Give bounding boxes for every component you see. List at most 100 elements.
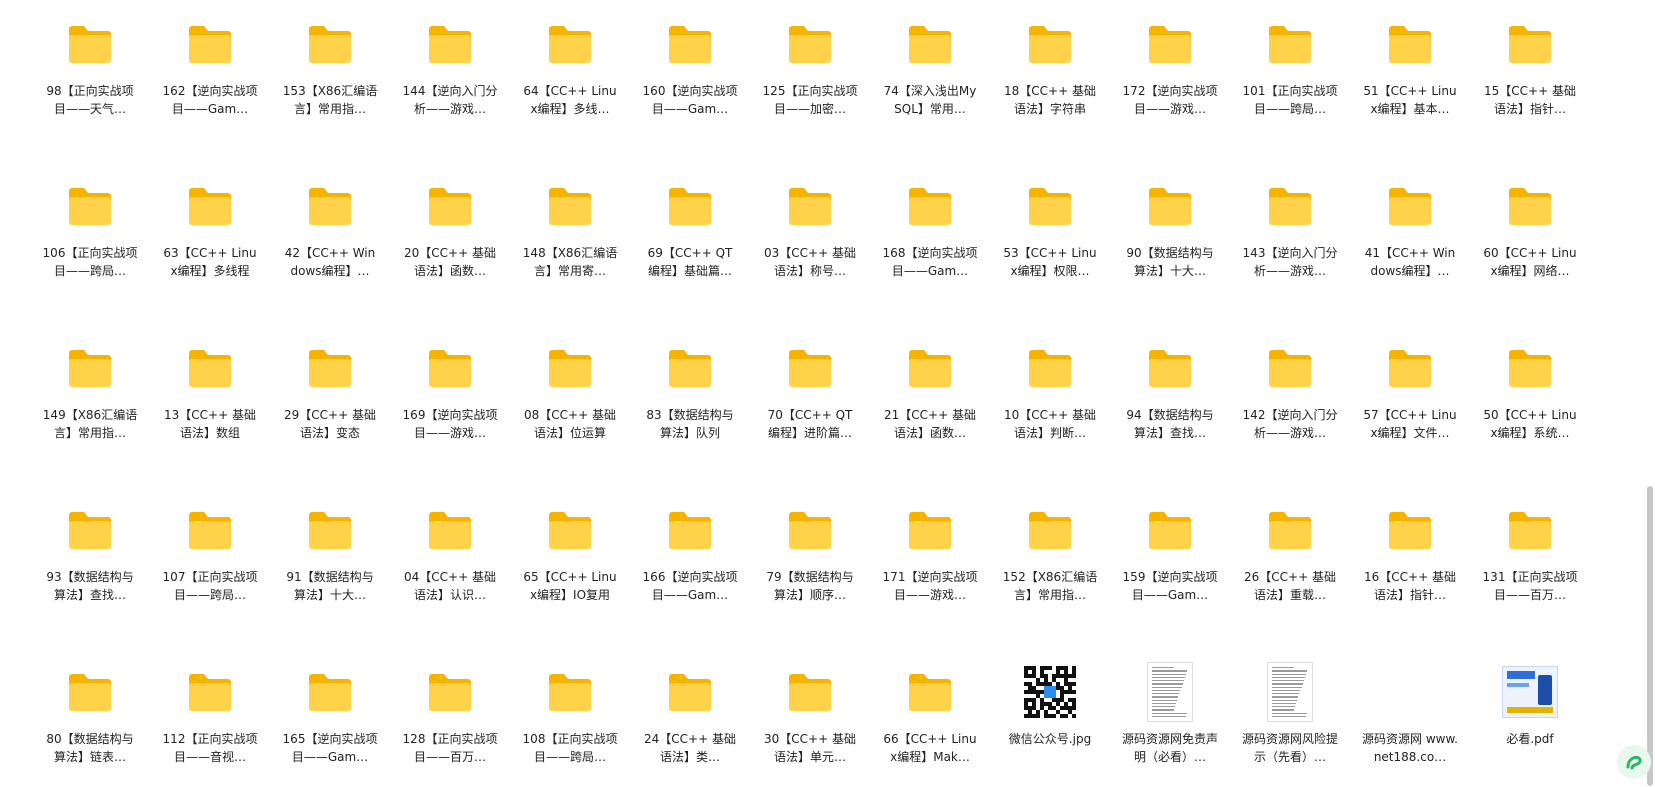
item-thumbnail[interactable] (660, 176, 720, 236)
item-thumbnail[interactable] (1020, 338, 1080, 398)
folder-item[interactable]: 90【数据结构与算法】十大… (1110, 162, 1230, 324)
folder-item[interactable]: 13【CC++ 基础语法】数组 (150, 324, 270, 486)
item-thumbnail[interactable] (1500, 176, 1560, 236)
item-thumbnail[interactable] (300, 176, 360, 236)
folder-item[interactable]: 18【CC++ 基础语法】字符串 (990, 0, 1110, 162)
item-thumbnail[interactable] (900, 338, 960, 398)
item-thumbnail[interactable] (780, 500, 840, 560)
folder-item[interactable]: 79【数据结构与算法】顺序… (750, 486, 870, 648)
folder-item[interactable]: 51【CC++ Linux编程】基本… (1350, 0, 1470, 162)
item-thumbnail[interactable] (300, 338, 360, 398)
item-thumbnail[interactable] (780, 176, 840, 236)
folder-item[interactable]: 74【深入浅出MySQL】常用… (870, 0, 990, 162)
folder-item[interactable]: 108【正向实战项目——跨局… (510, 648, 630, 787)
folder-item[interactable]: 21【CC++ 基础语法】函数… (870, 324, 990, 486)
item-thumbnail[interactable] (420, 338, 480, 398)
folder-item[interactable]: 41【CC++ Windows编程】… (1350, 162, 1470, 324)
folder-item[interactable]: 149【X86汇编语言】常用指… (30, 324, 150, 486)
item-thumbnail[interactable] (540, 14, 600, 74)
item-thumbnail[interactable] (1020, 176, 1080, 236)
folder-item[interactable]: 65【CC++ Linux编程】IO复用 (510, 486, 630, 648)
folder-item[interactable]: 94【数据结构与算法】查找… (1110, 324, 1230, 486)
item-thumbnail[interactable] (1020, 662, 1080, 722)
folder-item[interactable]: 148【X86汇编语言】常用寄… (510, 162, 630, 324)
folder-item[interactable]: 80【数据结构与算法】链表… (30, 648, 150, 787)
folder-item[interactable]: 16【CC++ 基础语法】指针… (1350, 486, 1470, 648)
item-thumbnail[interactable] (1380, 176, 1440, 236)
folder-item[interactable]: 53【CC++ Linux编程】权限… (990, 162, 1110, 324)
folder-item[interactable]: 15【CC++ 基础语法】指针… (1470, 0, 1590, 162)
folder-item[interactable]: 57【CC++ Linux编程】文件… (1350, 324, 1470, 486)
folder-item[interactable]: 168【逆向实战项目——Gam… (870, 162, 990, 324)
folder-item[interactable]: 171【逆向实战项目——游戏… (870, 486, 990, 648)
item-thumbnail[interactable] (1140, 500, 1200, 560)
item-thumbnail[interactable] (540, 176, 600, 236)
folder-item[interactable]: 26【CC++ 基础语法】重载… (1230, 486, 1350, 648)
file-item[interactable]: 源码资源网 www.net188.co… (1350, 648, 1470, 787)
folder-item[interactable]: 106【正向实战项目——跨局… (30, 162, 150, 324)
folder-item[interactable]: 107【正向实战项目——跨局… (150, 486, 270, 648)
folder-item[interactable]: 42【CC++ Windows编程】… (270, 162, 390, 324)
folder-item[interactable]: 153【X86汇编语言】常用指… (270, 0, 390, 162)
item-thumbnail[interactable] (1020, 500, 1080, 560)
item-thumbnail[interactable] (1500, 662, 1560, 722)
item-thumbnail[interactable] (660, 500, 720, 560)
folder-item[interactable]: 91【数据结构与算法】十大… (270, 486, 390, 648)
folder-item[interactable]: 24【CC++ 基础语法】类… (630, 648, 750, 787)
item-thumbnail[interactable] (900, 14, 960, 74)
item-thumbnail[interactable] (780, 662, 840, 722)
item-thumbnail[interactable] (420, 176, 480, 236)
item-thumbnail[interactable] (300, 14, 360, 74)
folder-item[interactable]: 160【逆向实战项目——Gam… (630, 0, 750, 162)
folder-item[interactable]: 112【正向实战项目——音视… (150, 648, 270, 787)
folder-item[interactable]: 172【逆向实战项目——游戏… (1110, 0, 1230, 162)
item-thumbnail[interactable] (1260, 176, 1320, 236)
item-thumbnail[interactable] (900, 500, 960, 560)
item-thumbnail[interactable] (900, 662, 960, 722)
item-thumbnail[interactable] (780, 338, 840, 398)
item-thumbnail[interactable] (1260, 662, 1320, 722)
item-thumbnail[interactable] (1500, 500, 1560, 560)
folder-item[interactable]: 152【X86汇编语言】常用指… (990, 486, 1110, 648)
item-thumbnail[interactable] (1380, 662, 1440, 722)
item-thumbnail[interactable] (1140, 176, 1200, 236)
item-thumbnail[interactable] (1260, 500, 1320, 560)
item-thumbnail[interactable] (1140, 662, 1200, 722)
item-thumbnail[interactable] (180, 176, 240, 236)
item-thumbnail[interactable] (180, 14, 240, 74)
item-thumbnail[interactable] (540, 338, 600, 398)
item-thumbnail[interactable] (420, 500, 480, 560)
folder-item[interactable]: 142【逆向入门分析——游戏… (1230, 324, 1350, 486)
vertical-scrollbar[interactable] (1645, 0, 1655, 787)
folder-item[interactable]: 20【CC++ 基础语法】函数… (390, 162, 510, 324)
folder-item[interactable]: 144【逆向入门分析——游戏… (390, 0, 510, 162)
item-thumbnail[interactable] (780, 14, 840, 74)
folder-item[interactable]: 162【逆向实战项目——Gam… (150, 0, 270, 162)
folder-item[interactable]: 08【CC++ 基础语法】位运算 (510, 324, 630, 486)
item-thumbnail[interactable] (1260, 14, 1320, 74)
folder-item[interactable]: 83【数据结构与算法】队列 (630, 324, 750, 486)
folder-item[interactable]: 165【逆向实战项目——Gam… (270, 648, 390, 787)
item-thumbnail[interactable] (660, 14, 720, 74)
folder-item[interactable]: 30【CC++ 基础语法】单元… (750, 648, 870, 787)
item-thumbnail[interactable] (1380, 500, 1440, 560)
folder-item[interactable]: 143【逆向入门分析——游戏… (1230, 162, 1350, 324)
item-thumbnail[interactable] (60, 338, 120, 398)
scrollbar-thumb[interactable] (1647, 486, 1653, 786)
folder-item[interactable]: 128【正向实战项目——百万… (390, 648, 510, 787)
item-thumbnail[interactable] (1500, 338, 1560, 398)
item-thumbnail[interactable] (300, 500, 360, 560)
item-thumbnail[interactable] (1140, 14, 1200, 74)
item-thumbnail[interactable] (900, 176, 960, 236)
item-thumbnail[interactable] (60, 176, 120, 236)
item-thumbnail[interactable] (540, 500, 600, 560)
item-thumbnail[interactable] (300, 662, 360, 722)
folder-item[interactable]: 66【CC++ Linux编程】Mak… (870, 648, 990, 787)
folder-item[interactable]: 64【CC++ Linux编程】多线… (510, 0, 630, 162)
folder-item[interactable]: 60【CC++ Linux编程】网络… (1470, 162, 1590, 324)
float-logo-icon[interactable] (1617, 745, 1651, 779)
folder-item[interactable]: 125【正向实战项目——加密… (750, 0, 870, 162)
folder-item[interactable]: 29【CC++ 基础语法】变态 (270, 324, 390, 486)
folder-item[interactable]: 166【逆向实战项目——Gam… (630, 486, 750, 648)
folder-item[interactable]: 101【正向实战项目——跨局… (1230, 0, 1350, 162)
